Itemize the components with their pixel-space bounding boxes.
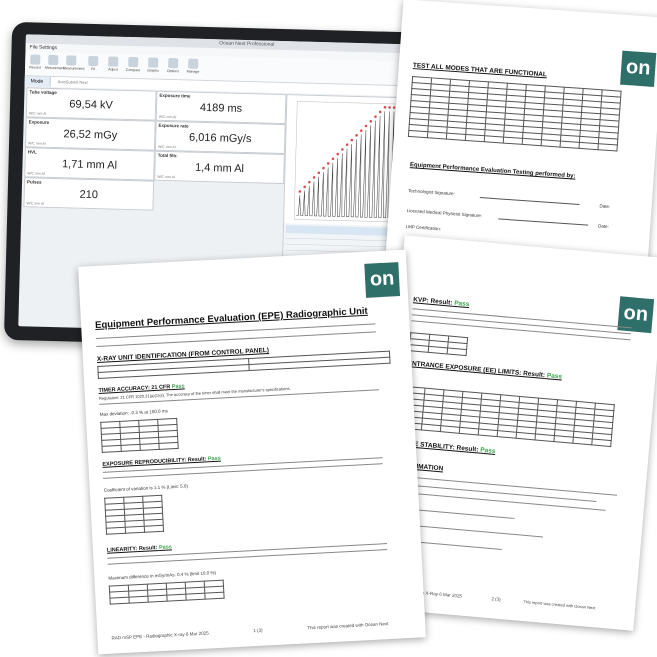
panel-hvl: HVL 1,71 mm Al W/C mm Al [24,147,155,181]
exposure-table [402,386,615,447]
toolbar-button-7[interactable]: Options [165,58,181,76]
panel-exposure: Exposure 26,52 mGy W/C mm Al [24,117,156,151]
panel-total-filtration: Total filtr. 1,4 mm Al W/C mm Al [154,150,285,185]
timer-max-deviation: Max deviation: -0.3 % at 100.0 ms [99,408,168,417]
footer-left: RAD mSP EPE - Radiographic X-ray 6 Mar 2… [111,630,209,641]
ocean-logo-2: on [617,296,655,334]
date-label-1: Date: [599,203,611,210]
ocean-logo: on [620,50,657,87]
doc-heading: TEST ALL MODES THAT ARE FUNCTIONAL [412,62,548,79]
toolbar-button-1[interactable]: Mesurement [45,54,65,73]
coefficient-of-variation: Coefficient of variation is 1.1 % (Limit… [103,483,189,493]
reproducibility-table [104,495,164,535]
toolbar-button-4[interactable]: Adjust [105,56,121,74]
kvp-table [409,332,468,356]
sign-certification: LMP Certification: [405,223,442,232]
manage-icon [188,58,199,69]
sign-technologist: Technologist Signature: [407,188,455,197]
toolbar-button-3[interactable]: Fit [85,55,101,74]
footer-right: This report was created with Ocean Next [307,621,389,631]
measure-icon [66,55,77,66]
subtab[interactable]: AutoSubmit Next [51,76,94,89]
panel-exposure-rate: Exposure rate 6,016 mGy/s W/C mm Al [154,120,286,155]
fit-icon [88,55,99,67]
linearity-max-difference: Maximum difference in mGy/mAs: 0.4 % (li… [108,570,217,581]
tab-mode[interactable]: Mode [24,76,51,87]
toolbar-button-5[interactable]: Compare [125,56,141,75]
toolbar-button-8[interactable]: Manage [185,58,201,76]
ocean-logo-front: on [364,262,401,298]
record-icon [30,54,41,65]
panel-exposure-time: Exposure time 4189 ms W/C mm Al [155,90,287,125]
report-title: Equipment Performance Evaluation (EPE) R… [94,305,368,332]
options-icon [168,58,179,69]
measure-icon [48,54,59,66]
compare-icon [128,56,139,68]
sign-physicist: Licensed Medical Physicist Signature: [406,208,483,219]
toolbar-button-2[interactable]: Measurement [63,55,84,73]
linearity-table [109,580,225,605]
toolbar-button-record[interactable]: Record [27,54,43,72]
panel-pulses: Pulses 210 W/C mm Al [23,177,155,211]
footer-page-2: 2 (3) [491,596,501,603]
modes-table [408,76,622,152]
toolbar-button-6[interactable]: Graphs [145,57,161,75]
exposure-heading: ENTRANCE EXPOSURE (EE) LIMITS: Result: P… [407,360,563,381]
graph-icon [148,57,159,68]
performed-by-heading: Equipment Performance Evaluation Testing… [409,162,576,180]
footer-right-2: This report was created with Ocean Next [523,599,596,611]
footer-page: 1 (3) [253,627,263,634]
date-label-2: Date: [597,223,610,230]
report-page-front: on Equipment Performance Evaluation (EPE… [78,249,426,655]
linearity-heading: LINEARITY: Result: Pass [106,544,173,554]
adjust-icon [108,56,119,67]
panel-tube-voltage: Tube voltage 69,54 kV W/C mm Al [25,87,157,121]
kvp-heading: KVP: Result: Pass [412,296,470,309]
timer-table [100,418,179,453]
